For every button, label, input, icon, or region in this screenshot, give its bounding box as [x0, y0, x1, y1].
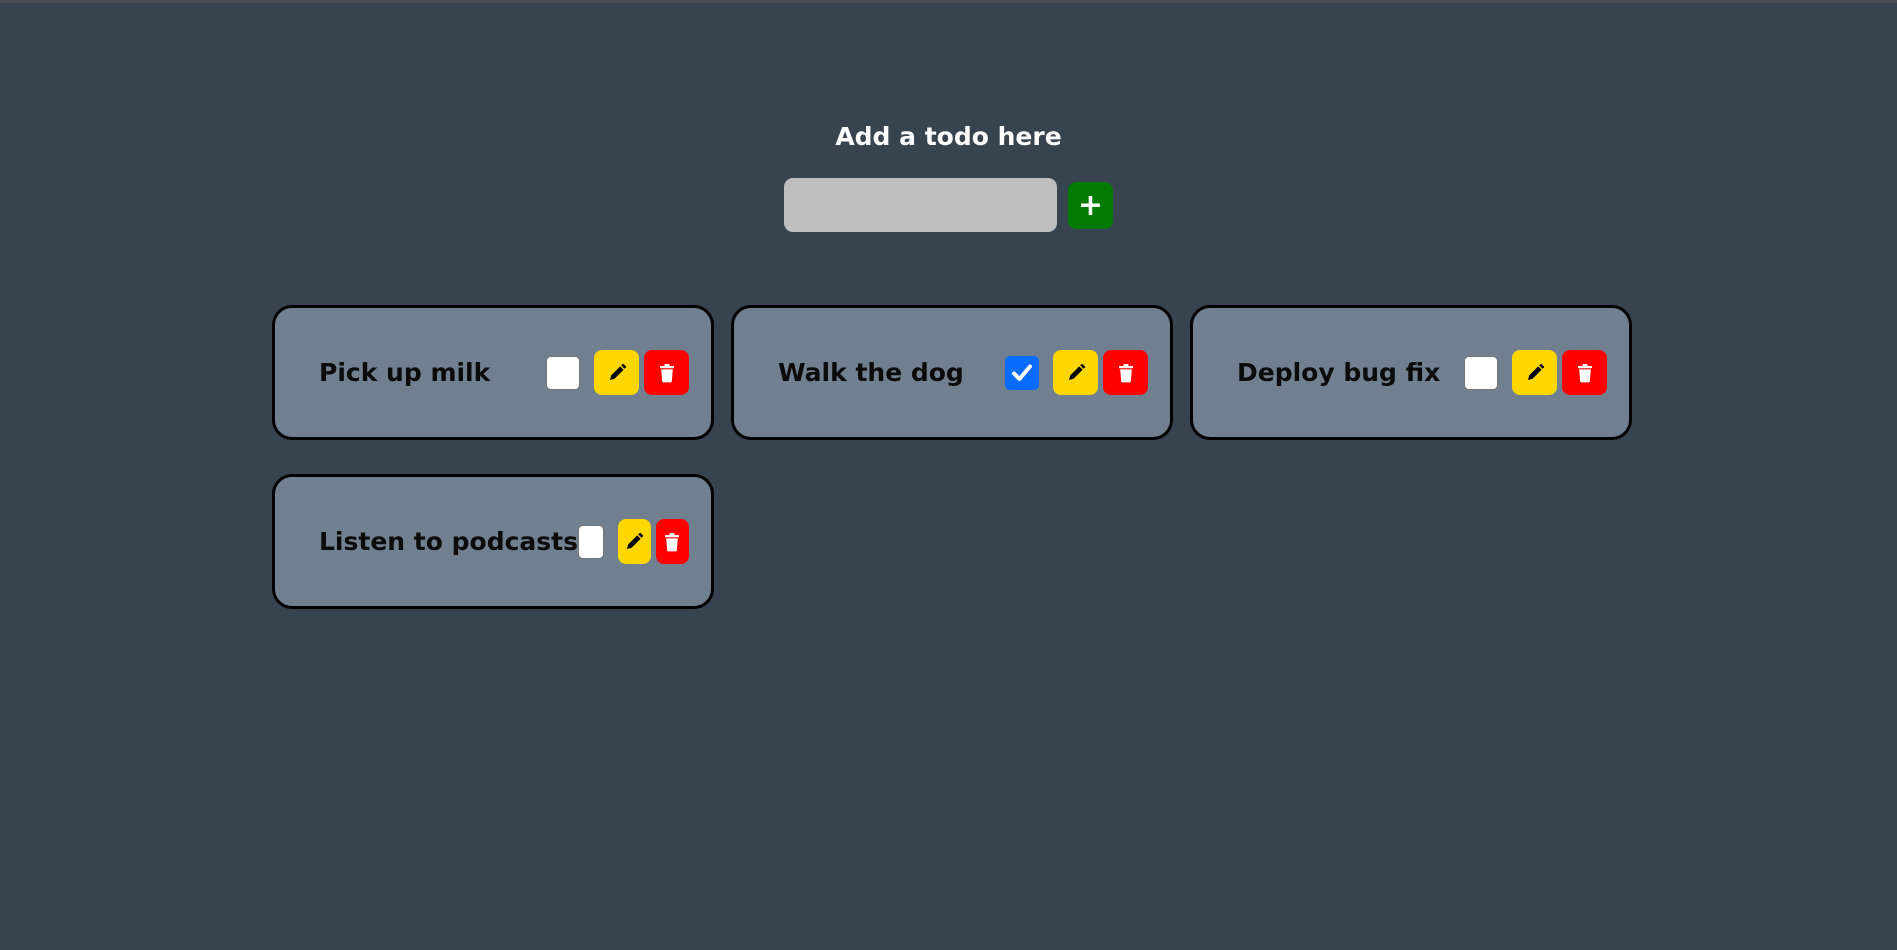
pencil-icon [1068, 363, 1085, 380]
todo-complete-checkbox[interactable] [577, 524, 604, 559]
edit-todo-button[interactable] [594, 350, 639, 395]
trash-icon [1577, 363, 1592, 382]
todo-complete-checkbox[interactable] [1464, 355, 1498, 390]
page-title: Add a todo here [835, 122, 1062, 151]
checkmark-icon [1012, 364, 1032, 381]
todo-complete-checkbox[interactable] [1005, 355, 1039, 390]
todo-card: Pick up milk [272, 305, 714, 440]
todo-text: Pick up milk [319, 358, 491, 387]
todo-list: Pick up milk Walk the dog Deploy bug fix… [272, 305, 1632, 609]
delete-todo-button[interactable] [655, 519, 689, 564]
delete-todo-button[interactable] [1562, 350, 1607, 395]
delete-todo-button[interactable] [644, 350, 689, 395]
todo-card: Deploy bug fix [1190, 305, 1632, 440]
window-top-border [0, 0, 1897, 3]
todo-card: Walk the dog [731, 305, 1173, 440]
add-todo-button[interactable]: + [1068, 181, 1113, 229]
pencil-icon [1527, 363, 1544, 380]
pencil-icon [609, 363, 626, 380]
trash-icon [665, 532, 680, 551]
todo-input[interactable] [784, 178, 1057, 232]
todo-card: Listen to podcasts [272, 474, 714, 609]
todo-text: Walk the dog [778, 358, 964, 387]
delete-todo-button[interactable] [1103, 350, 1148, 395]
pencil-icon [627, 532, 644, 549]
add-todo-form: + [784, 178, 1113, 232]
trash-icon [1118, 363, 1133, 382]
todo-complete-checkbox[interactable] [546, 355, 580, 390]
edit-todo-button[interactable] [1512, 350, 1557, 395]
edit-todo-button[interactable] [617, 519, 651, 564]
todo-text: Listen to podcasts [319, 527, 578, 556]
edit-todo-button[interactable] [1053, 350, 1098, 395]
todo-text: Deploy bug fix [1237, 358, 1441, 387]
trash-icon [659, 363, 674, 382]
